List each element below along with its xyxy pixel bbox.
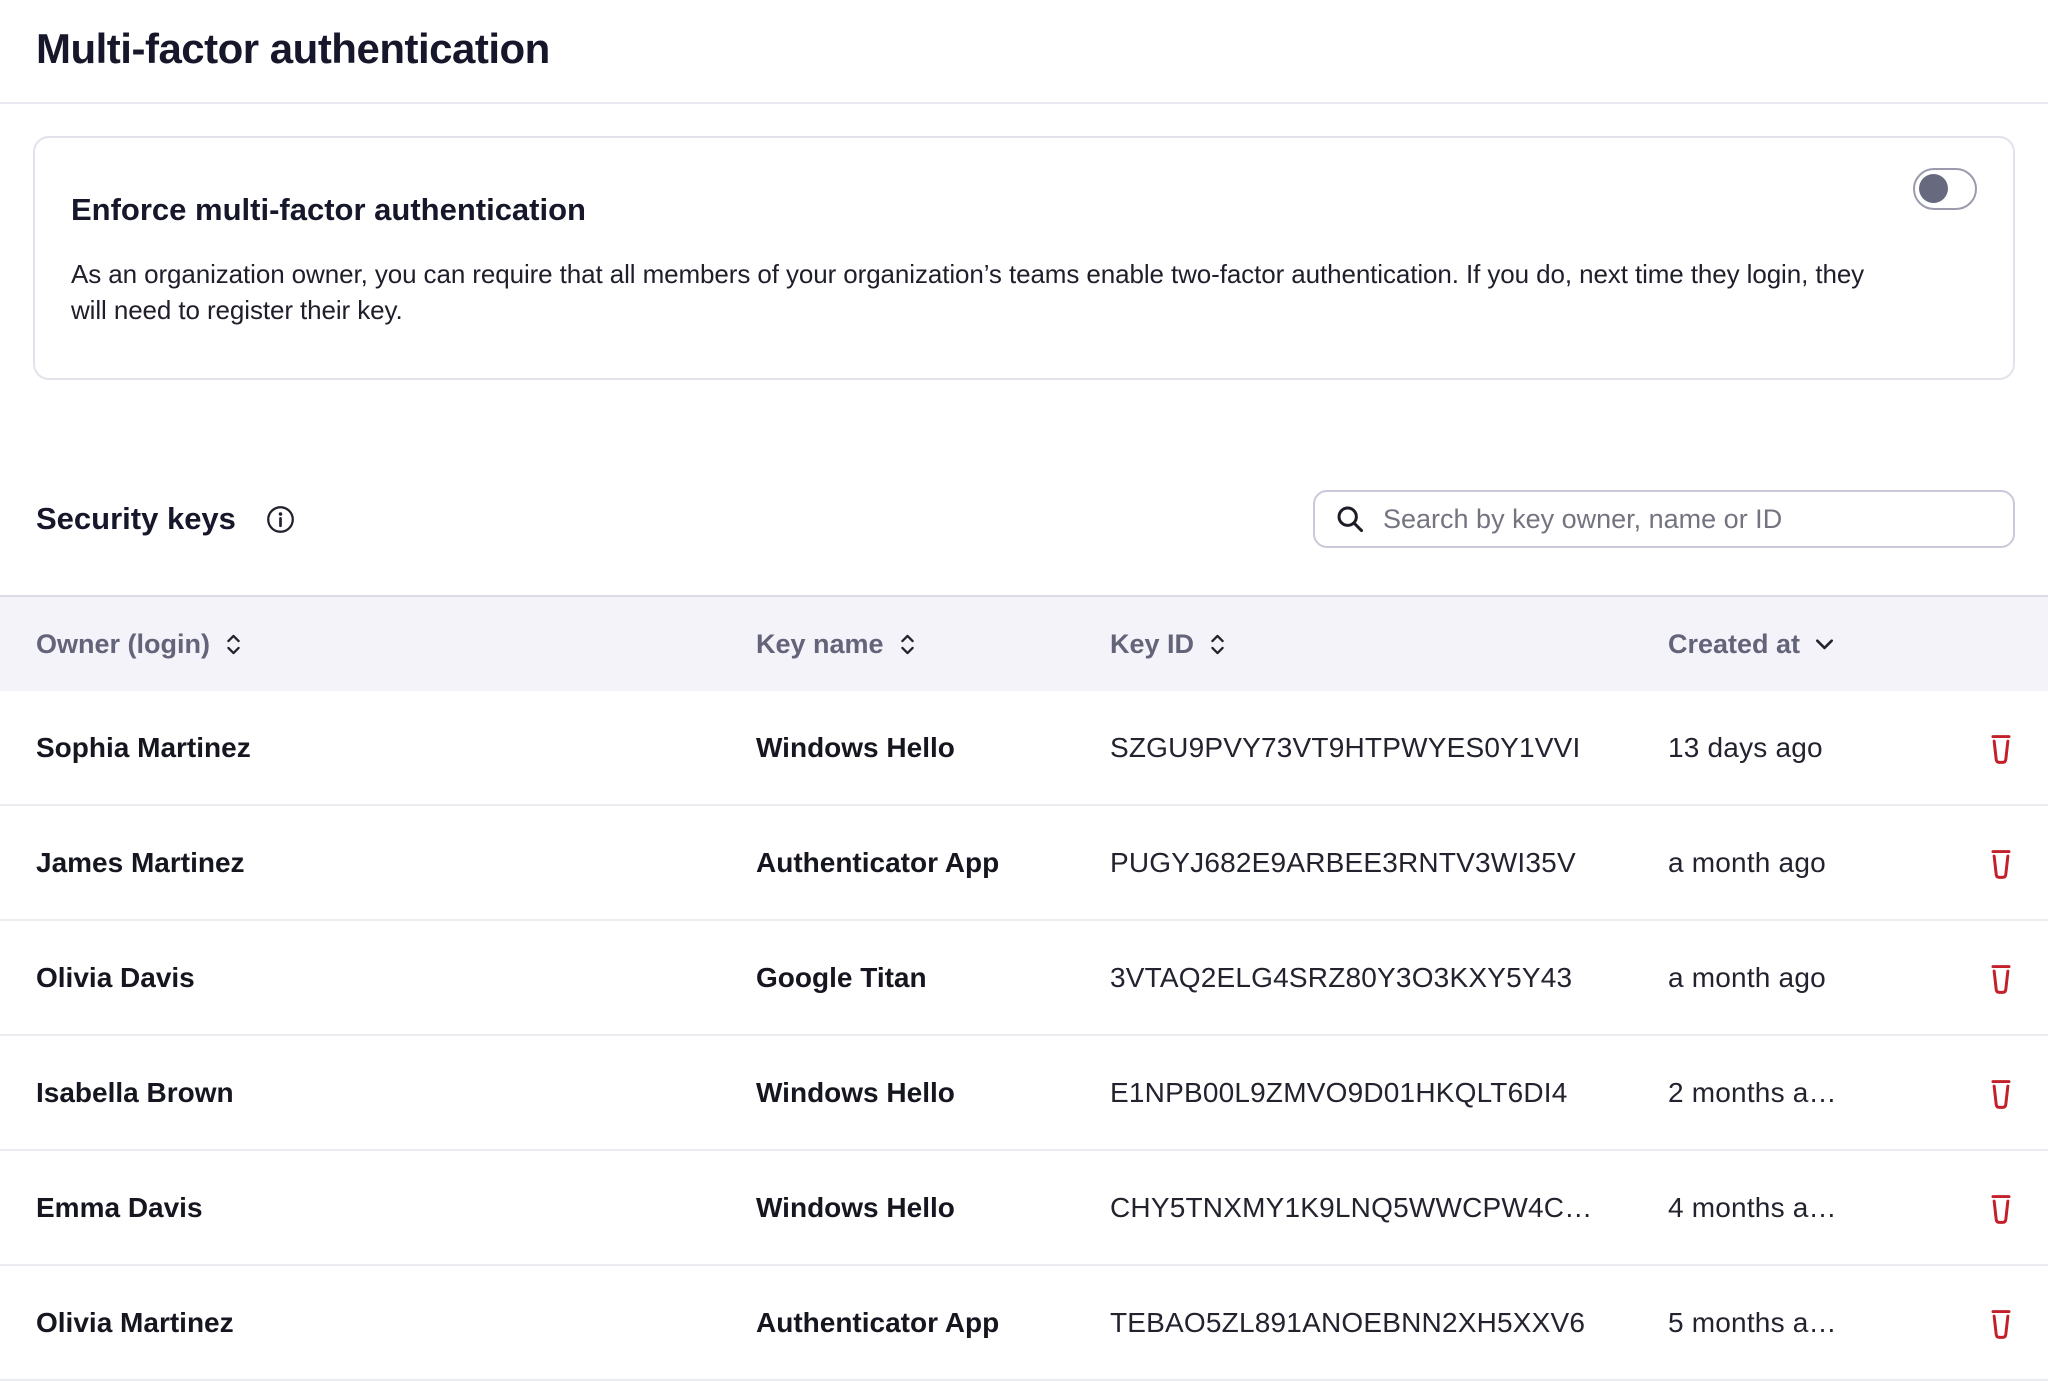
chevron-down-icon xyxy=(1814,637,1835,651)
enforce-mfa-description: As an organization owner, you can requir… xyxy=(71,256,1891,328)
sort-icon xyxy=(898,632,917,657)
delete-key-button[interactable] xyxy=(1986,843,2016,883)
created-at-cell: 5 months a… xyxy=(1668,1307,1930,1339)
delete-key-button[interactable] xyxy=(1986,1303,2016,1343)
trash-icon xyxy=(1988,1077,2014,1109)
table-header-row: Owner (login) Key name Key ID xyxy=(0,595,2048,691)
column-header-key-name[interactable]: Key name xyxy=(756,629,1110,660)
column-header-key-id-label: Key ID xyxy=(1110,629,1194,660)
column-header-owner[interactable]: Owner (login) xyxy=(36,629,756,660)
delete-key-button[interactable] xyxy=(1986,1188,2016,1228)
column-header-created-at[interactable]: Created at xyxy=(1668,629,1930,660)
created-at-cell: a month ago xyxy=(1668,847,1930,879)
delete-key-button[interactable] xyxy=(1986,958,2016,998)
trash-icon xyxy=(1988,1192,2014,1224)
key-id-cell: SZGU9PVY73VT9HTPWYES0Y1VVI xyxy=(1110,732,1668,764)
key-id-cell: E1NPB00L9ZMVO9D01HKQLT6DI4 xyxy=(1110,1077,1668,1109)
keys-table: Owner (login) Key name Key ID xyxy=(0,595,2048,1381)
column-header-key-id[interactable]: Key ID xyxy=(1110,629,1668,660)
key-name-cell: Authenticator App xyxy=(756,1307,1110,1339)
toggle-knob-icon xyxy=(1919,174,1948,203)
trash-icon xyxy=(1988,847,2014,879)
sort-icon xyxy=(224,632,243,657)
enforce-mfa-card: Enforce multi-factor authentication As a… xyxy=(33,136,2015,379)
key-name-cell: Google Titan xyxy=(756,962,1110,994)
search-box[interactable] xyxy=(1313,490,2015,548)
owner-cell: Sophia Martinez xyxy=(36,732,756,764)
trash-icon xyxy=(1988,732,2014,764)
key-id-cell: PUGYJ682E9ARBEE3RNTV3WI35V xyxy=(1110,847,1668,879)
key-id-cell: CHY5TNXMY1K9LNQ5WWCPW4C… xyxy=(1110,1192,1668,1224)
sort-icon xyxy=(1208,632,1227,657)
created-at-cell: 4 months a… xyxy=(1668,1192,1930,1224)
owner-cell: Isabella Brown xyxy=(36,1077,756,1109)
owner-cell: James Martinez xyxy=(36,847,756,879)
table-row: James Martinez Authenticator App PUGYJ68… xyxy=(0,806,2048,921)
delete-key-button[interactable] xyxy=(1986,1073,2016,1113)
page-title: Multi-factor authentication xyxy=(36,26,2012,72)
security-keys-heading: Security keys xyxy=(36,501,236,537)
owner-cell: Olivia Davis xyxy=(36,962,756,994)
created-at-cell: 2 months a… xyxy=(1668,1077,1930,1109)
key-id-cell: TEBAO5ZL891ANOEBNN2XH5XXV6 xyxy=(1110,1307,1668,1339)
owner-cell: Olivia Martinez xyxy=(36,1307,756,1339)
owner-cell: Emma Davis xyxy=(36,1192,756,1224)
key-name-cell: Authenticator App xyxy=(756,847,1110,879)
table-row: Olivia Martinez Authenticator App TEBAO5… xyxy=(0,1266,2048,1381)
created-at-cell: 13 days ago xyxy=(1668,732,1930,764)
trash-icon xyxy=(1988,1307,2014,1339)
table-row: Sophia Martinez Windows Hello SZGU9PVY73… xyxy=(0,691,2048,806)
key-name-cell: Windows Hello xyxy=(756,732,1110,764)
search-icon xyxy=(1335,504,1365,534)
enforce-mfa-toggle[interactable] xyxy=(1913,168,1977,210)
created-at-cell: a month ago xyxy=(1668,962,1930,994)
table-row: Emma Davis Windows Hello CHY5TNXMY1K9LNQ… xyxy=(0,1151,2048,1266)
trash-icon xyxy=(1988,962,2014,994)
search-input[interactable] xyxy=(1381,503,1993,536)
title-divider xyxy=(0,102,2048,104)
table-row: Isabella Brown Windows Hello E1NPB00L9ZM… xyxy=(0,1036,2048,1151)
column-header-key-name-label: Key name xyxy=(756,629,884,660)
key-id-cell: 3VTAQ2ELG4SRZ80Y3O3KXY5Y43 xyxy=(1110,962,1668,994)
info-icon[interactable] xyxy=(266,505,295,534)
column-header-owner-label: Owner (login) xyxy=(36,629,210,660)
enforce-mfa-heading: Enforce multi-factor authentication xyxy=(71,190,1977,230)
delete-key-button[interactable] xyxy=(1986,728,2016,768)
table-row: Olivia Davis Google Titan 3VTAQ2ELG4SRZ8… xyxy=(0,921,2048,1036)
column-header-created-at-label: Created at xyxy=(1668,629,1800,660)
key-name-cell: Windows Hello xyxy=(756,1077,1110,1109)
security-keys-section-header: Security keys xyxy=(33,476,2015,563)
key-name-cell: Windows Hello xyxy=(756,1192,1110,1224)
